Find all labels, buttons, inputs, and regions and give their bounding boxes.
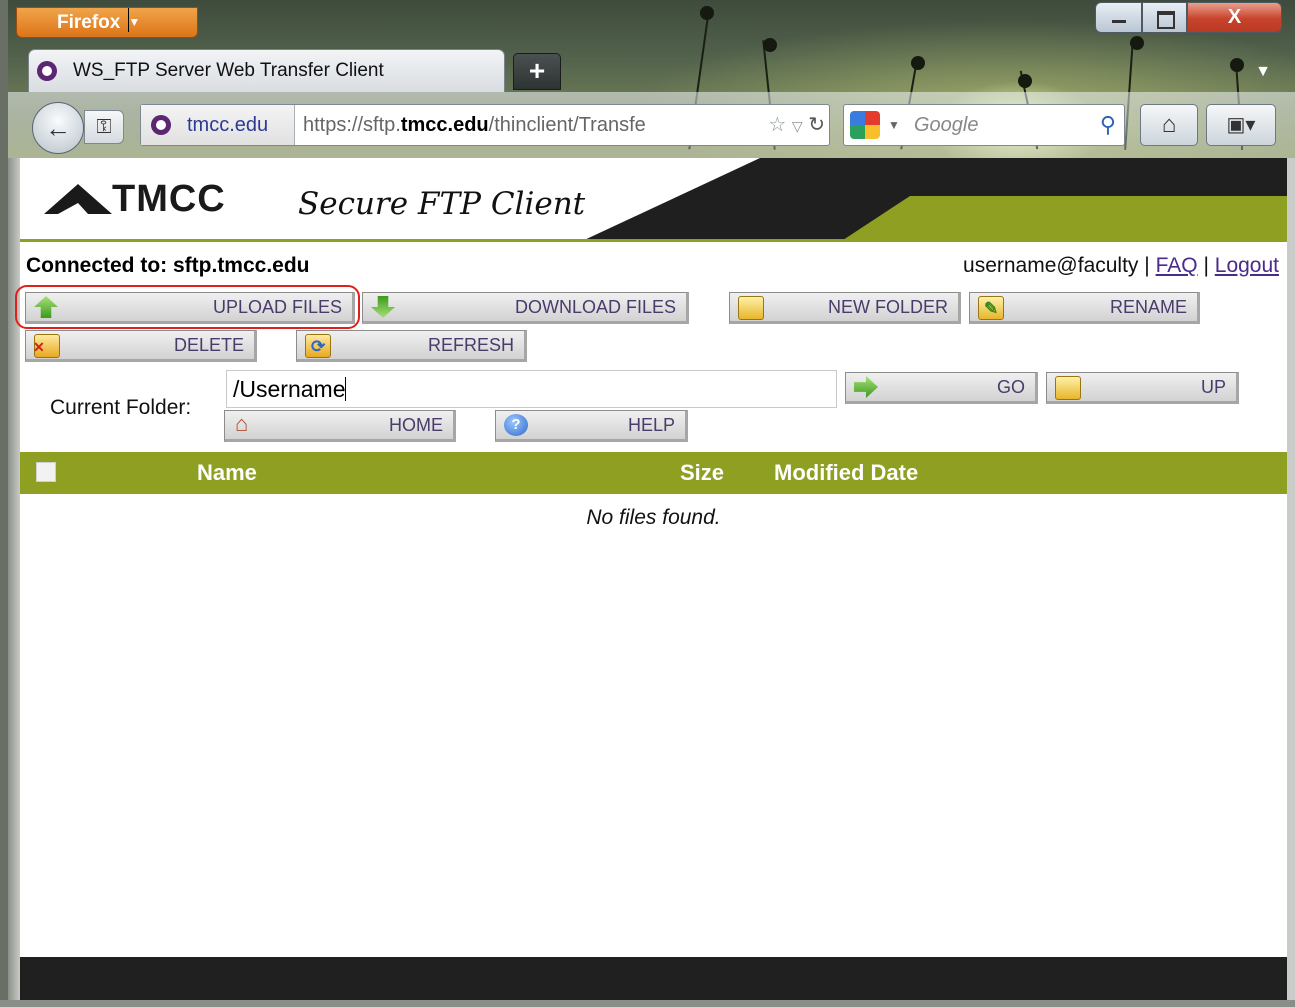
up-label: UP (1200, 377, 1226, 397)
delete-label: DELETE (173, 335, 244, 355)
new-folder-button[interactable]: NEW FOLDER (729, 292, 961, 324)
select-all-checkbox[interactable] (36, 462, 56, 482)
google-engine-icon[interactable] (850, 111, 880, 139)
column-name[interactable]: Name (197, 452, 257, 494)
search-box[interactable]: ▼ Google ⚲ (843, 104, 1125, 146)
plus-icon: + (528, 55, 546, 86)
search-placeholder: Google (914, 114, 979, 136)
folder-up-icon (1055, 376, 1081, 400)
file-table-header: Name Size Modified Date (20, 452, 1287, 494)
minimize-button[interactable] (1095, 2, 1142, 33)
back-button[interactable]: ← (32, 102, 84, 154)
refresh-button[interactable]: REFRESH (296, 330, 527, 362)
banner-subtitle: Secure FTP Client (298, 186, 586, 222)
empty-state-message: No files found. (586, 506, 721, 529)
firefox-menu-button[interactable]: Firefox ▼ (16, 7, 198, 38)
key-icon[interactable]: ⚿ (84, 110, 124, 144)
column-size[interactable]: Size (680, 452, 724, 494)
current-folder-value: /Username (233, 376, 346, 402)
rename-icon (978, 295, 1004, 323)
tab-title: WS_FTP Server Web Transfer Client (73, 60, 384, 81)
site-favicon-icon (37, 61, 57, 81)
history-dropdown-icon[interactable]: ▽ (792, 118, 803, 134)
maximize-icon (1157, 11, 1175, 29)
logout-link[interactable]: Logout (1215, 254, 1279, 277)
bookmark-star-icon[interactable]: ☆ (768, 114, 786, 136)
home-icon: ⌂ (1161, 111, 1177, 138)
url-bar-icons: ☆ ▽ ↻ (768, 105, 825, 145)
web-page: TMCC Secure FTP Client Connected to: sft… (15, 158, 1287, 1000)
delete-icon (33, 333, 60, 361)
logo-text: TMCC (112, 178, 226, 220)
go-arrow-icon (854, 376, 878, 398)
tab-list-chevron-icon[interactable]: ▼ (1247, 58, 1279, 86)
username: username@faculty (963, 254, 1139, 277)
current-folder-label: Current Folder: (50, 396, 192, 419)
download-arrow-icon (371, 296, 395, 318)
close-button[interactable]: X (1187, 2, 1282, 33)
delete-button[interactable]: DELETE (25, 330, 257, 362)
search-icon[interactable]: ⚲ (1100, 105, 1116, 145)
upload-highlight-annotation (15, 285, 360, 329)
reload-icon[interactable]: ↻ (808, 114, 825, 136)
current-folder-input[interactable]: /Username (226, 370, 837, 408)
close-icon: X (1227, 6, 1242, 28)
home-label: HOME (389, 415, 443, 435)
site-identity-label: tmcc.edu (187, 114, 269, 136)
new-folder-label: NEW FOLDER (827, 297, 948, 317)
tab-ws-ftp[interactable]: WS_FTP Server Web Transfer Client (28, 49, 505, 92)
browser-home-button[interactable]: ⌂ (1140, 104, 1198, 146)
download-files-button[interactable]: DOWNLOAD FILES (362, 292, 689, 324)
separator: | (1144, 254, 1150, 277)
connection-status: Connected to: sftp.tmcc.edu (26, 254, 310, 277)
download-files-label: DOWNLOAD FILES (514, 297, 676, 317)
chevron-down-icon: ▼ (128, 8, 140, 32)
faq-link[interactable]: FAQ (1156, 254, 1198, 277)
new-folder-icon (738, 296, 764, 320)
rename-button[interactable]: RENAME (969, 292, 1200, 324)
refresh-icon (305, 333, 331, 361)
maximize-button[interactable] (1142, 2, 1187, 33)
firefox-menu-label: Firefox (57, 12, 121, 33)
engine-dropdown-icon[interactable]: ▼ (888, 105, 900, 145)
url-text[interactable]: https://sftp.tmcc.edu/thinclient/Transfe (303, 105, 733, 145)
url-host: tmcc.edu (400, 114, 489, 136)
text-cursor (345, 377, 347, 401)
user-links: username@faculty | FAQ | Logout (963, 254, 1279, 278)
minimize-icon (1112, 20, 1126, 23)
rename-label: RENAME (1109, 297, 1187, 317)
go-label: GO (996, 377, 1025, 397)
url-prefix: https://sftp. (303, 114, 401, 136)
up-button[interactable]: UP (1046, 372, 1239, 404)
new-tab-button[interactable]: + (513, 53, 561, 90)
home-folder-icon (233, 410, 257, 438)
column-modified-date[interactable]: Modified Date (774, 452, 918, 494)
url-path: /thinclient/Transfe (488, 114, 646, 136)
help-icon: ? (504, 414, 528, 436)
separator: | (1203, 254, 1209, 277)
bookmarks-icon: ▣▾ (1226, 114, 1256, 136)
window-bottom-border (0, 1000, 1295, 1007)
tmcc-logo-icon (44, 184, 112, 214)
banner-stripe (20, 239, 1287, 242)
help-button[interactable]: ? HELP (495, 410, 688, 442)
site-banner: TMCC Secure FTP Client (20, 158, 1287, 242)
site-identity-button[interactable]: tmcc.edu (141, 105, 295, 145)
home-button[interactable]: HOME (224, 410, 456, 442)
banner-green-shape (840, 196, 1287, 242)
window-right-border (1287, 158, 1295, 1000)
go-button[interactable]: GO (845, 372, 1038, 404)
back-arrow-icon: ← (45, 113, 71, 143)
window-left-border (8, 158, 20, 1000)
help-label: HELP (627, 415, 675, 435)
page-footer (20, 957, 1287, 1000)
site-identity-icon (151, 115, 171, 135)
bookmarks-button[interactable]: ▣▾ (1206, 104, 1276, 146)
refresh-label: REFRESH (427, 335, 514, 355)
url-bar[interactable]: tmcc.edu https://sftp.tmcc.edu/thinclien… (140, 104, 830, 146)
